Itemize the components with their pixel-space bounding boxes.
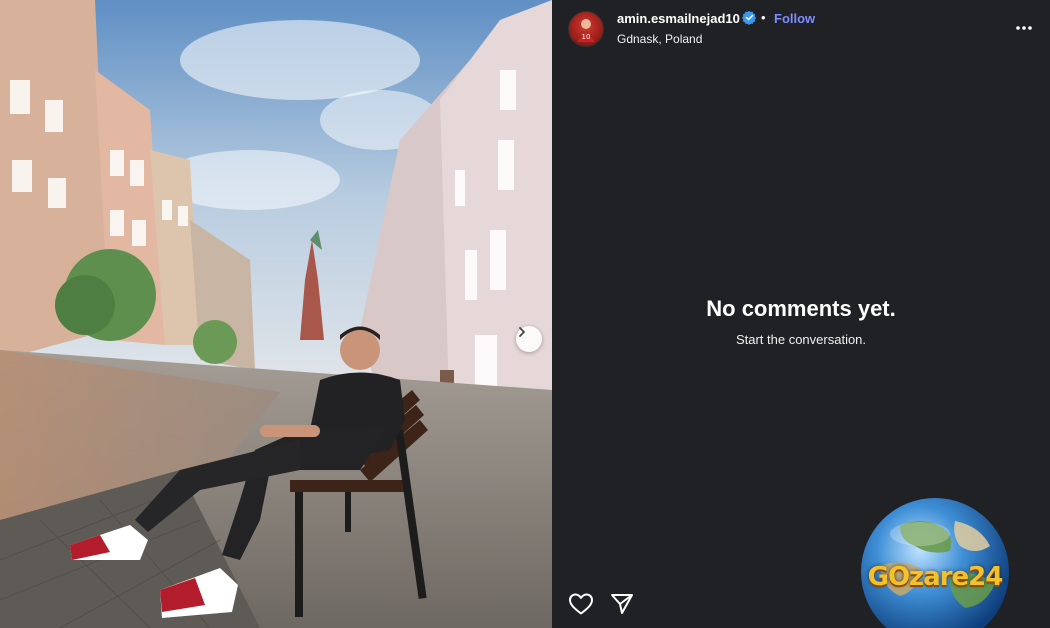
post-photo[interactable] (0, 0, 552, 628)
follow-button[interactable]: Follow (774, 11, 815, 26)
send-icon[interactable] (610, 592, 634, 616)
carousel-next-button[interactable] (516, 326, 542, 352)
svg-text:10: 10 (582, 33, 591, 41)
more-options-icon[interactable] (1014, 18, 1034, 38)
no-comments-title: No comments yet. (706, 296, 896, 321)
verified-badge-icon (742, 10, 757, 25)
no-comments-subtitle: Start the conversation. (735, 332, 867, 347)
post-image (0, 0, 552, 628)
watermark-logo: GOzare24 (860, 496, 1010, 628)
post-actions (568, 590, 768, 618)
heart-icon[interactable] (568, 592, 594, 616)
chevron-right-icon (519, 327, 525, 337)
avatar-image: 10 (577, 19, 595, 42)
post-header: 10 amin.esmailnejad10 • Follow Gdnask, P… (552, 0, 1050, 56)
avatar[interactable]: 10 (568, 11, 604, 47)
separator-dot: • (761, 10, 766, 25)
watermark-text: GOzare24 (867, 562, 1004, 592)
location-link[interactable]: Gdnask, Poland (617, 32, 702, 46)
username-link[interactable]: amin.esmailnejad10 (617, 11, 740, 26)
